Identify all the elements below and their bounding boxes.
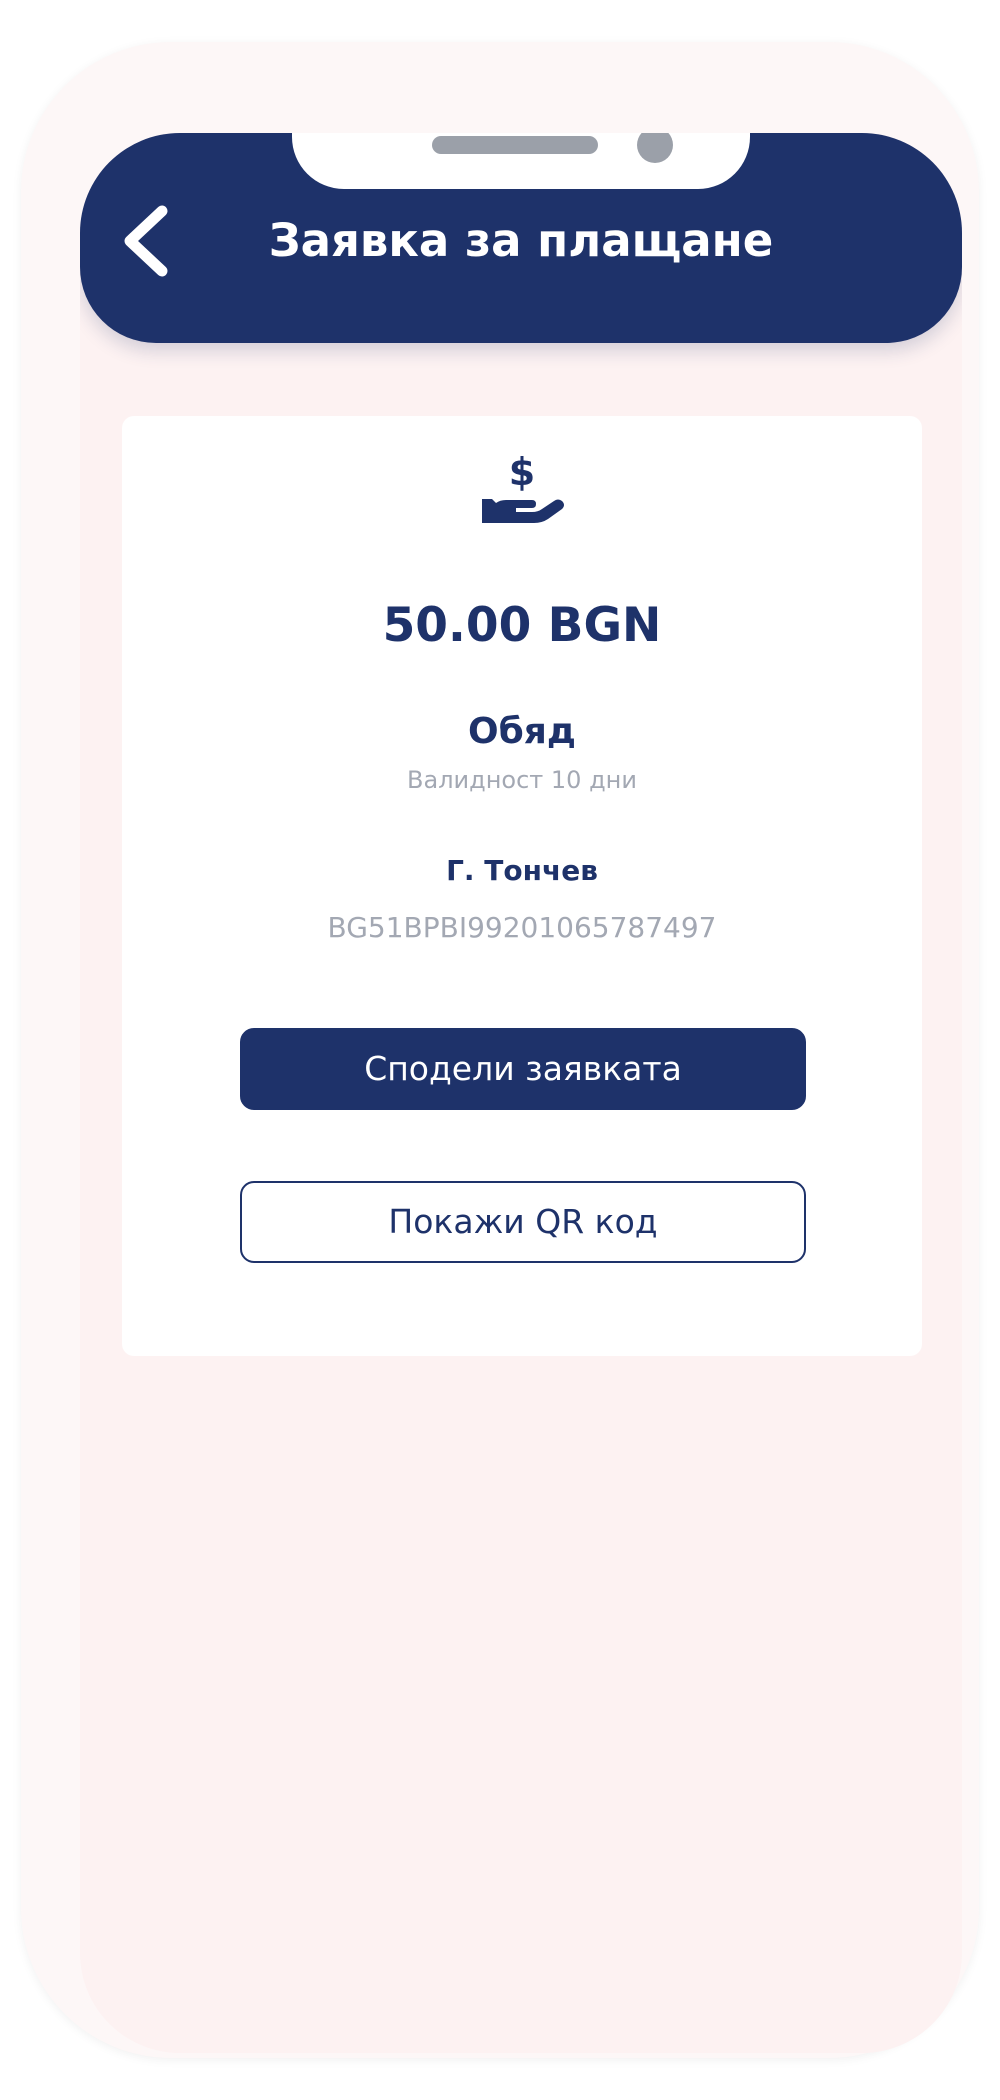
show-qr-code-button[interactable]: Покажи QR код (240, 1181, 806, 1263)
validity-text: Валидност 10 дни (407, 766, 637, 794)
payment-request-card: $ 50.00 BGN Обяд Валидност 10 дни Г. Тон… (122, 416, 922, 1356)
share-request-button[interactable]: Сподели заявката (240, 1028, 806, 1110)
hand-dollar-icon: $ (476, 450, 566, 533)
svg-text:$: $ (509, 453, 535, 494)
speaker-grille (432, 136, 598, 154)
payment-amount: 50.00 BGN (382, 598, 662, 653)
app-header: Заявка за плащане (80, 133, 962, 343)
app-screen: Заявка за плащане $ 50.00 BGN Обяд Валид… (80, 133, 962, 2053)
payment-purpose: Обяд (468, 711, 576, 752)
page-title: Заявка за плащане (268, 214, 774, 267)
phone-frame: Заявка за плащане $ 50.00 BGN Обяд Валид… (21, 42, 979, 2058)
front-camera (637, 133, 673, 163)
device-notch (292, 133, 750, 189)
recipient-name: Г. Тончев (446, 854, 598, 887)
recipient-iban: BG51BPBI99201065787497 (327, 911, 717, 944)
